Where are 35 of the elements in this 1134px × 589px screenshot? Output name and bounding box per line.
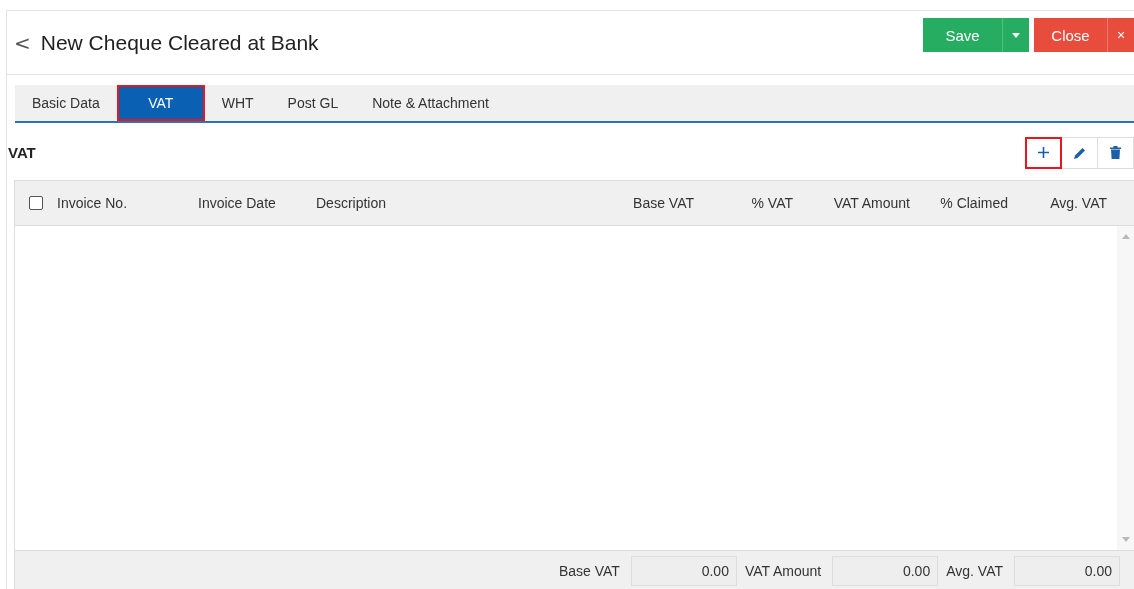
total-field: 0.00 bbox=[1014, 555, 1120, 586]
close-button[interactable]: Close bbox=[1034, 18, 1107, 52]
page-title: New Cheque Cleared at Bank bbox=[40, 30, 319, 55]
total-field: 0.00 bbox=[630, 555, 737, 586]
column-header: Avg. VAT bbox=[1049, 195, 1108, 211]
tab[interactable]: Post GL bbox=[270, 85, 356, 121]
total-label: Base VAT bbox=[558, 562, 620, 579]
total-label: VAT Amount bbox=[744, 562, 822, 579]
caret-icon bbox=[1012, 32, 1020, 38]
column-header: % VAT bbox=[750, 195, 794, 211]
scroll-down-icon bbox=[1121, 537, 1130, 542]
trash-icon bbox=[1110, 146, 1121, 159]
column-header: Invoice Date bbox=[197, 195, 277, 211]
column-header: Description bbox=[315, 195, 388, 211]
pencil-icon bbox=[1073, 146, 1086, 159]
scroll-up-icon bbox=[1121, 234, 1130, 239]
column-header: VAT Amount bbox=[832, 195, 911, 211]
back-button[interactable]: < bbox=[14, 30, 31, 55]
tab[interactable]: WHT bbox=[204, 85, 271, 121]
total-label: Avg. VAT bbox=[946, 562, 1003, 579]
add-button[interactable] bbox=[1025, 136, 1062, 169]
column-header: Base VAT bbox=[632, 195, 695, 211]
delete-button[interactable] bbox=[1097, 136, 1134, 169]
tab[interactable]: Note & Attachment bbox=[355, 85, 506, 121]
scrollbar[interactable] bbox=[1117, 226, 1134, 550]
section-title: VAT bbox=[8, 144, 36, 161]
plus-icon bbox=[1038, 147, 1049, 158]
column-header: Invoice No. bbox=[56, 195, 129, 211]
edit-button[interactable] bbox=[1061, 136, 1098, 169]
tab[interactable]: VAT bbox=[116, 85, 205, 121]
total-field: 0.00 bbox=[832, 555, 939, 586]
column-header: % Claimed bbox=[939, 195, 1009, 211]
tab[interactable]: Basic Data bbox=[15, 85, 117, 121]
close-x-button[interactable]: × bbox=[1107, 18, 1134, 52]
select-all-checkbox[interactable] bbox=[29, 196, 43, 210]
